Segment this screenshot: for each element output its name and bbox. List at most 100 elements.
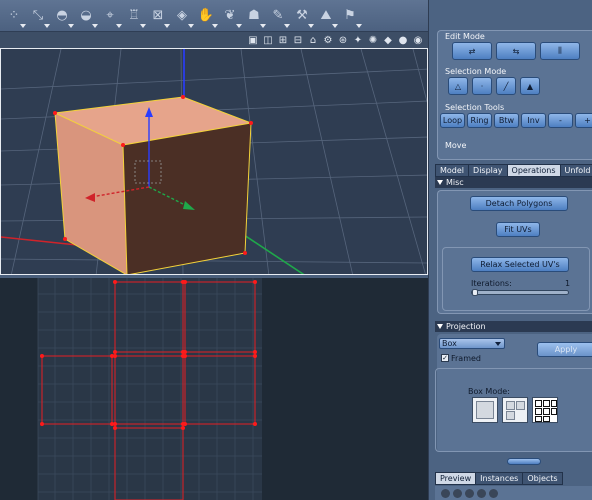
apply-button[interactable]: Apply xyxy=(537,342,592,357)
framed-label: Framed xyxy=(451,354,482,363)
edit-move-icon[interactable]: ⇄ xyxy=(452,42,492,60)
tab-unfold[interactable]: Unfold xyxy=(559,164,592,177)
light-icon[interactable]: ✦ xyxy=(352,34,364,46)
arrow-move-icon[interactable]: ⁘ xyxy=(4,6,26,28)
submenu-arrow-icon xyxy=(140,23,146,28)
selection-tool-button[interactable]: Inv xyxy=(521,113,546,128)
projection-type-select[interactable]: Box xyxy=(439,338,505,349)
top-toolbar: ⁘ ⤡ ◓ ◒ ⌖ ♖ ⊠ ◈ ✋ ❦ ☗ ✎ ⚒ ⛰ ⚑ xyxy=(0,0,428,32)
panel-tabs: Model Display Operations Unfold xyxy=(435,164,592,177)
paint-icon[interactable]: ❦ xyxy=(220,6,242,28)
submenu-arrow-icon xyxy=(284,23,290,28)
select-point-icon[interactable]: · xyxy=(472,77,492,95)
uv-canvas[interactable] xyxy=(0,278,428,500)
selection-tool-button[interactable]: Ring xyxy=(467,113,492,128)
iterations-slider-thumb[interactable] xyxy=(472,289,478,296)
viewport-header: ▣ ◫ ⊞ ⊟ ⌂ ⚙ ⊛ ✦ ✺ ◆ ● ◉ xyxy=(0,32,428,48)
tab-objects[interactable]: Objects xyxy=(522,472,563,485)
preview-lights-icon[interactable] xyxy=(453,488,462,498)
submenu-arrow-icon xyxy=(164,23,170,28)
dome-icon[interactable]: ◓ xyxy=(52,6,74,28)
projection-type-value: Box xyxy=(442,339,457,348)
tab-operations[interactable]: Operations xyxy=(506,164,561,177)
misc-section-header[interactable]: Misc xyxy=(435,177,592,188)
edit-wrap-icon[interactable]: ⫼ xyxy=(540,42,580,60)
right-panel: Edit Mode ⇄ ⇆ ⫼ Selection Mode △ · ╱ ▲ Select… xyxy=(428,0,592,500)
viewport-scene[interactable] xyxy=(1,49,428,275)
select-vertex-icon[interactable]: △ xyxy=(448,77,468,95)
submenu-arrow-icon xyxy=(44,23,50,28)
layout-quad-icon[interactable]: ⊞ xyxy=(277,34,289,46)
submenu-arrow-icon xyxy=(212,23,218,28)
lasso-icon[interactable]: ⌖ xyxy=(100,6,122,28)
camera-icon[interactable]: ◒ xyxy=(76,6,98,28)
fit-uvs-button[interactable]: Fit UVs xyxy=(496,222,540,237)
box-mode-grid-button[interactable] xyxy=(532,397,558,423)
terrain-icon[interactable]: ⛰ xyxy=(316,6,338,28)
hand-icon[interactable]: ✋ xyxy=(196,6,218,28)
goblet-icon[interactable]: ♖ xyxy=(124,6,146,28)
camera-view-icon[interactable]: ⌂ xyxy=(307,34,319,46)
detach-polygons-button[interactable]: Detach Polygons xyxy=(470,196,568,211)
cube-side-face[interactable] xyxy=(123,123,251,275)
tab-preview[interactable]: Preview xyxy=(435,472,477,485)
tab-model[interactable]: Model xyxy=(435,164,470,177)
select-edge-icon[interactable]: ╱ xyxy=(496,77,516,95)
submenu-arrow-icon xyxy=(260,23,266,28)
edit-tools-group: Edit Mode ⇄ ⇆ ⫼ Selection Mode △ · ╱ ▲ Select… xyxy=(437,30,592,160)
collapse-arrow-icon xyxy=(437,324,443,329)
uv-editor-view[interactable] xyxy=(0,278,428,500)
gears-icon[interactable]: ⚙ xyxy=(322,34,334,46)
relax-uvs-button[interactable]: Relax Selected UV's xyxy=(471,257,569,272)
layout-grid-icon[interactable]: ⊟ xyxy=(292,34,304,46)
tab-instances[interactable]: Instances xyxy=(475,472,524,485)
preview-toolbar xyxy=(435,486,592,500)
collapse-arrow-icon xyxy=(437,180,443,185)
preview-settings-icon[interactable] xyxy=(489,488,498,498)
cube-shape-icon[interactable]: ◈ xyxy=(172,6,194,28)
brush-icon[interactable]: ⚒ xyxy=(292,6,314,28)
sphere-icon[interactable]: ● xyxy=(397,34,409,46)
box-mode-split-button[interactable] xyxy=(502,397,528,423)
flag-icon[interactable]: ⚑ xyxy=(340,6,362,28)
preview-render-icon[interactable] xyxy=(477,488,486,498)
uv-vertices xyxy=(40,280,257,430)
iterations-label: Iterations: xyxy=(471,279,512,288)
box-mode-label: Box Mode: xyxy=(468,387,510,396)
edit-flatten-icon[interactable]: ⇆ xyxy=(496,42,536,60)
preview-sphere-icon[interactable] xyxy=(441,488,450,498)
iterations-slider[interactable] xyxy=(471,289,569,296)
select-face-icon[interactable]: ▲ xyxy=(520,77,540,95)
wrench-icon[interactable]: ✎ xyxy=(268,6,290,28)
framed-checkbox[interactable]: ✓ xyxy=(441,354,449,362)
selection-tools-title: Selection Tools xyxy=(445,103,505,112)
dropdown-arrow-icon xyxy=(495,341,501,346)
submenu-arrow-icon xyxy=(332,23,338,28)
uv-islands[interactable] xyxy=(41,281,256,500)
selection-tool-button[interactable]: Loop xyxy=(440,113,465,128)
crop-icon[interactable]: ⊠ xyxy=(148,6,170,28)
box-mode-single-button[interactable] xyxy=(472,397,498,423)
projection-group: Box Apply ✓ Framed Box Mode: xyxy=(435,334,592,452)
submenu-arrow-icon xyxy=(356,23,362,28)
panel-splitter-handle[interactable] xyxy=(507,458,541,465)
viewport-3d[interactable] xyxy=(0,48,428,275)
selection-tool-button[interactable]: Btw xyxy=(494,113,519,128)
smooth-sphere-icon[interactable]: ◉ xyxy=(412,34,424,46)
submenu-arrow-icon xyxy=(308,23,314,28)
projection-section-header[interactable]: Projection xyxy=(435,321,592,332)
layout-single-icon[interactable]: ▣ xyxy=(247,34,259,46)
sun-icon[interactable]: ✺ xyxy=(367,34,379,46)
tab-display[interactable]: Display xyxy=(468,164,508,177)
submenu-arrow-icon xyxy=(92,23,98,28)
layout-split-icon[interactable]: ◫ xyxy=(262,34,274,46)
misc-group: Detach Polygons Fit UVs Relax Selected U… xyxy=(437,190,592,314)
selection-tool-button[interactable]: - xyxy=(548,113,573,128)
stamp-icon[interactable]: ☗ xyxy=(244,6,266,28)
resize-icon[interactable]: ⤡ xyxy=(28,6,50,28)
orbit-icon[interactable]: ⊛ xyxy=(337,34,349,46)
projection-section-title: Projection xyxy=(446,322,486,331)
preview-camera-icon[interactable] xyxy=(465,488,474,498)
selection-tool-button[interactable]: + xyxy=(575,113,592,128)
cube-display-icon[interactable]: ◆ xyxy=(382,34,394,46)
